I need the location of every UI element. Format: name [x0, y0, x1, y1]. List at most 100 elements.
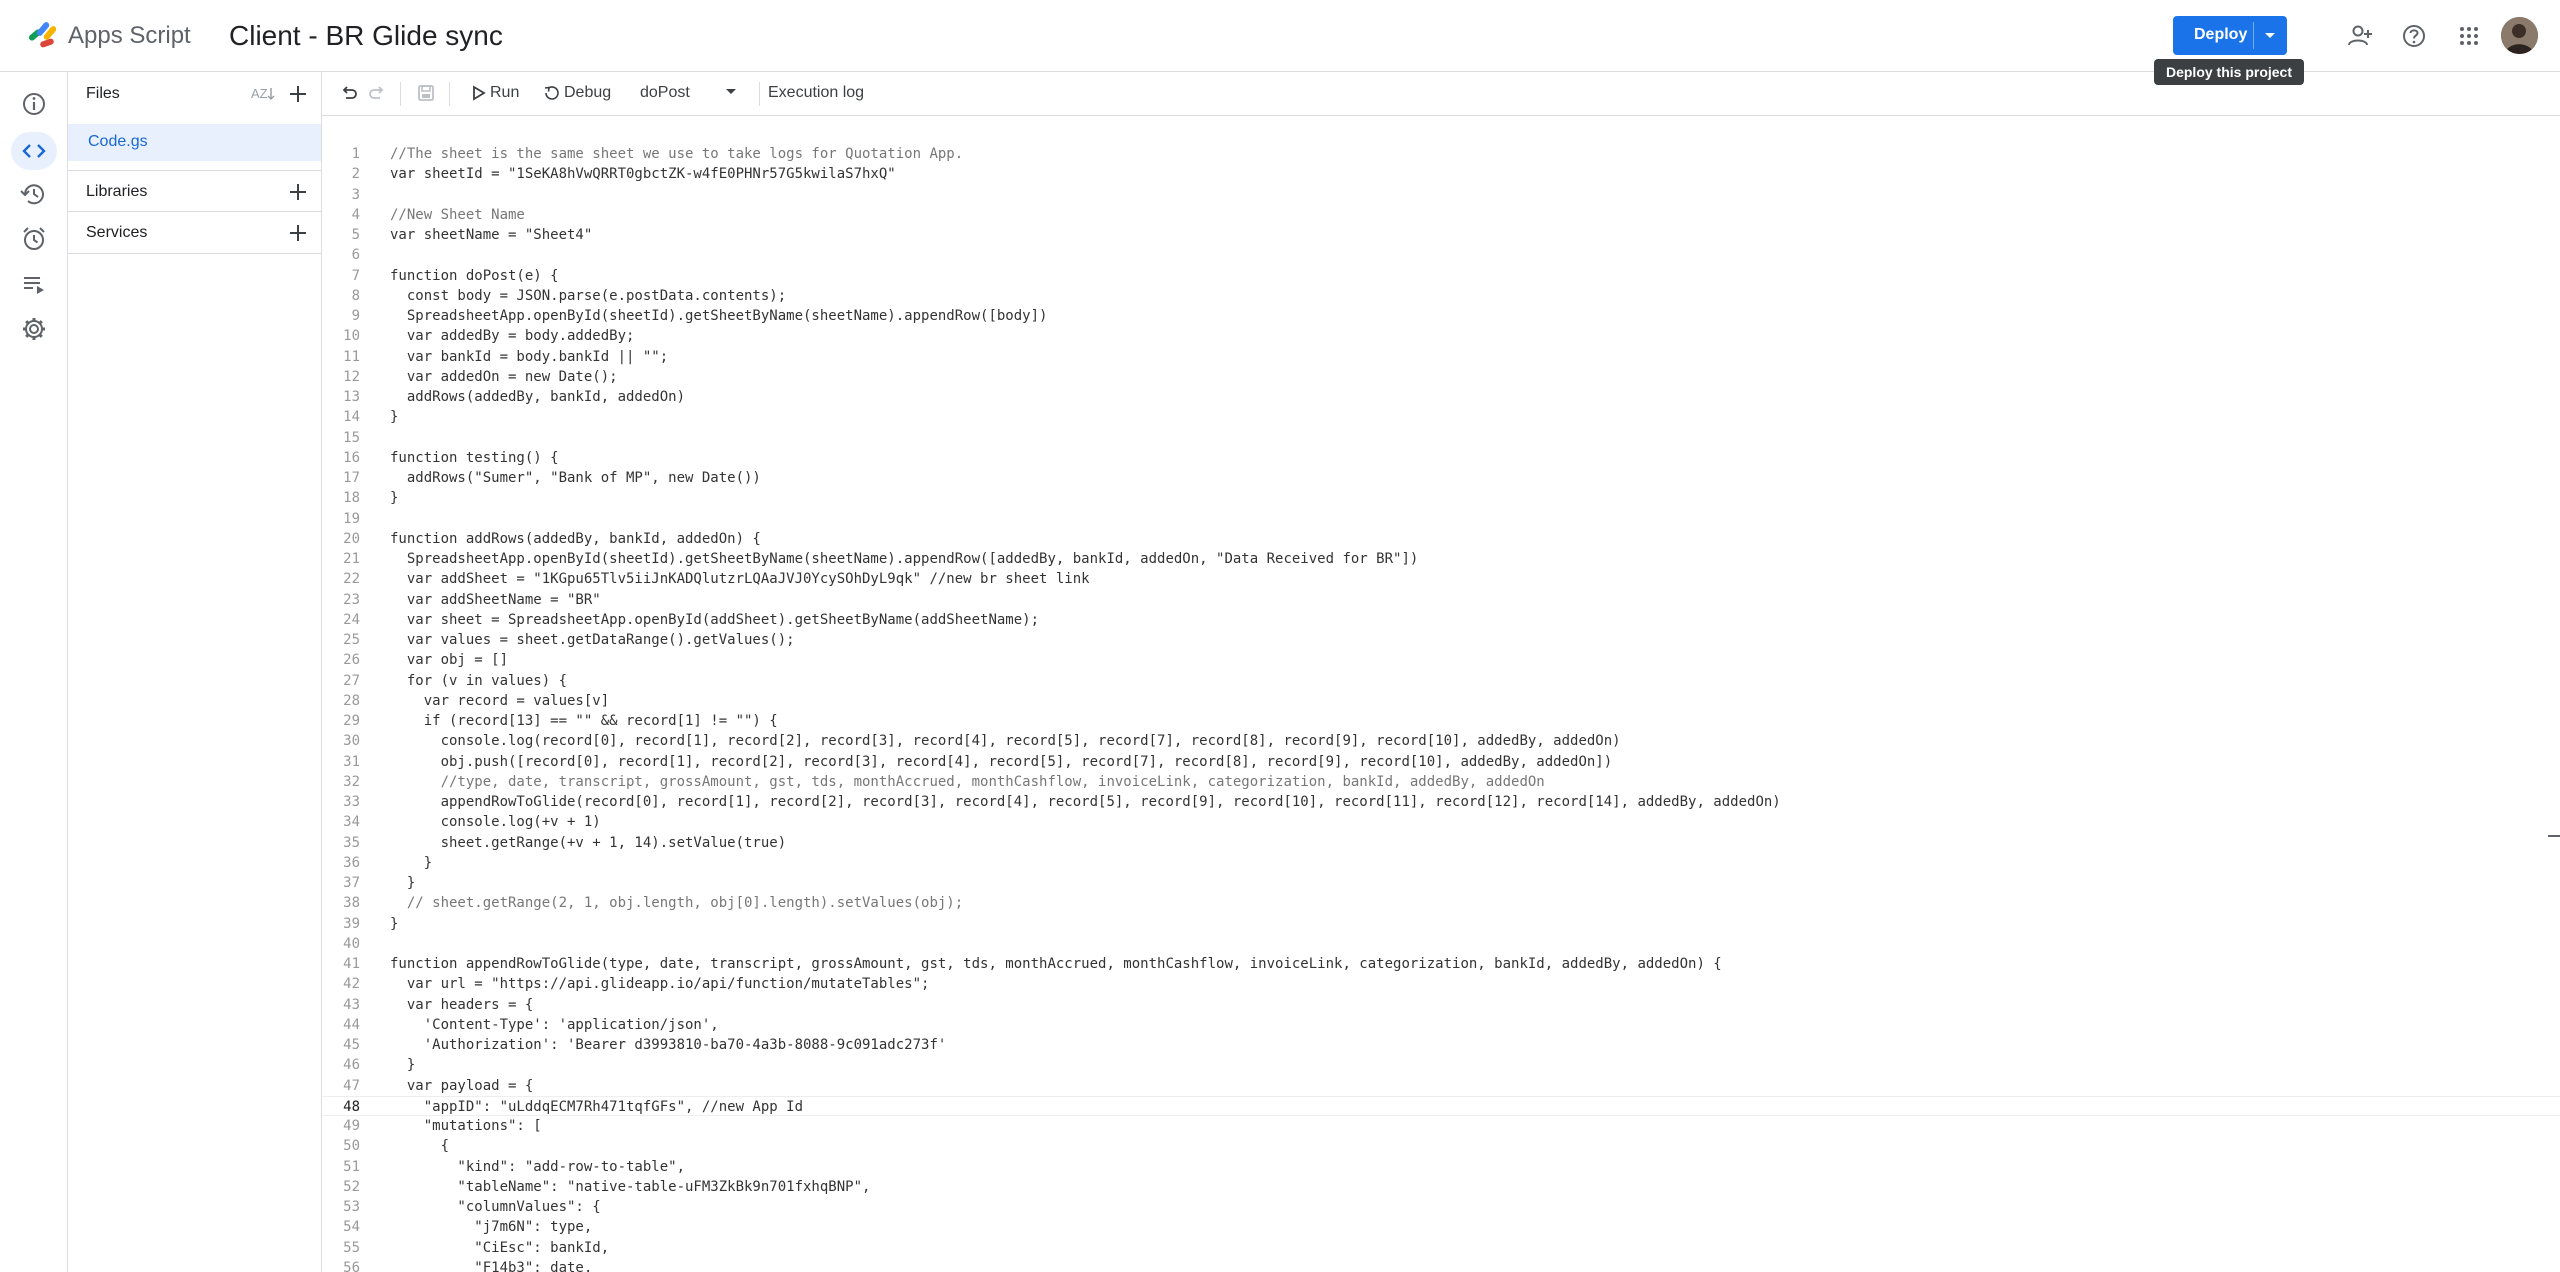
code-text[interactable]: appendRowToGlide(record[0], record[1], r… — [390, 792, 1781, 812]
code-line[interactable]: 37 } — [322, 873, 2560, 893]
code-line[interactable]: 9 SpreadsheetApp.openById(sheetId).getSh… — [322, 306, 2560, 326]
code-line[interactable]: 54 "j7m6N": type, — [322, 1217, 2560, 1237]
sort-az-icon[interactable]: AZ — [251, 84, 275, 104]
code-line[interactable]: 12 var addedOn = new Date(); — [322, 367, 2560, 387]
code-text[interactable]: //The sheet is the same sheet we use to … — [390, 144, 963, 164]
code-line[interactable]: 17 addRows("Sumer", "Bank of MP", new Da… — [322, 468, 2560, 488]
code-text[interactable]: "mutations": [ — [390, 1116, 542, 1136]
code-text[interactable]: var sheet = SpreadsheetApp.openById(addS… — [390, 610, 1039, 630]
code-text[interactable]: { — [390, 1136, 449, 1156]
deploy-button[interactable]: Deploy — [2173, 16, 2287, 55]
code-text[interactable]: var values = sheet.getDataRange().getVal… — [390, 630, 795, 650]
code-line[interactable]: 53 "columnValues": { — [322, 1197, 2560, 1217]
code-text[interactable]: //type, date, transcript, grossAmount, g… — [390, 772, 1545, 792]
code-line[interactable]: 47 var payload = { — [322, 1076, 2560, 1096]
code-line[interactable]: 2 var sheetId = "1SeKA8hVwQRRT0gbctZK-w4f… — [322, 164, 2560, 184]
scrollbar-marker[interactable] — [2548, 835, 2560, 837]
code-line[interactable]: 6 — [322, 245, 2560, 265]
code-text[interactable]: "tableName": "native-table-uFM3ZkBk9n701… — [390, 1177, 870, 1197]
code-line[interactable]: 34 console.log(+v + 1) — [322, 812, 2560, 832]
add-library-icon[interactable] — [287, 181, 309, 203]
code-text[interactable]: } — [390, 873, 415, 893]
code-text[interactable]: var addedBy = body.addedBy; — [390, 326, 635, 346]
code-line[interactable]: 55 "CiEsc": bankId, — [322, 1238, 2560, 1258]
code-text[interactable]: SpreadsheetApp.openById(sheetId).getShee… — [390, 549, 1418, 569]
code-text[interactable]: addRows(addedBy, bankId, addedOn) — [390, 387, 685, 407]
code-line[interactable]: 35 sheet.getRange(+v + 1, 14).setValue(t… — [322, 833, 2560, 853]
code-line[interactable]: 40 — [322, 934, 2560, 954]
code-text[interactable]: // sheet.getRange(2, 1, obj.length, obj[… — [390, 893, 963, 913]
code-line[interactable]: 44 'Content-Type': 'application/json', — [322, 1015, 2560, 1035]
code-line[interactable]: 51 "kind": "add-row-to-table", — [322, 1157, 2560, 1177]
chevron-down-icon[interactable] — [2261, 27, 2279, 45]
code-text[interactable]: var obj = [] — [390, 650, 508, 670]
executions-icon[interactable] — [18, 268, 50, 300]
code-text[interactable]: var sheetName = "Sheet4" — [390, 225, 592, 245]
code-text[interactable]: } — [390, 853, 432, 873]
code-line[interactable]: 42 var url = "https://api.glideapp.io/ap… — [322, 974, 2560, 994]
code-text[interactable]: //New Sheet Name — [390, 205, 525, 225]
code-icon[interactable] — [18, 135, 50, 167]
code-text[interactable]: var headers = { — [390, 995, 533, 1015]
libraries-section[interactable]: Libraries — [68, 170, 321, 212]
code-line[interactable]: 39} — [322, 914, 2560, 934]
info-icon[interactable] — [18, 88, 50, 120]
code-line[interactable]: 27 for (v in values) { — [322, 671, 2560, 691]
code-line[interactable]: 13 addRows(addedBy, bankId, addedOn) — [322, 387, 2560, 407]
code-text[interactable]: var payload = { — [390, 1076, 533, 1096]
code-text[interactable]: "columnValues": { — [390, 1197, 600, 1217]
debug-button[interactable]: Debug — [542, 72, 632, 115]
code-text[interactable]: const body = JSON.parse(e.postData.conte… — [390, 286, 786, 306]
add-service-icon[interactable] — [287, 222, 309, 244]
code-line[interactable]: 19 — [322, 509, 2560, 529]
code-line[interactable]: 18} — [322, 488, 2560, 508]
code-line[interactable]: 36 } — [322, 853, 2560, 873]
code-text[interactable]: obj.push([record[0], record[1], record[2… — [390, 752, 1613, 772]
file-item-code-gs[interactable]: Code.gs — [68, 124, 321, 161]
code-line[interactable]: 15 — [322, 428, 2560, 448]
code-line[interactable]: 3 — [322, 185, 2560, 205]
apps-script-logo-icon[interactable] — [26, 20, 60, 50]
code-line[interactable]: 5 var sheetName = "Sheet4" — [322, 225, 2560, 245]
code-line[interactable]: 7 function doPost(e) { — [322, 266, 2560, 286]
code-text[interactable]: var record = values[v] — [390, 691, 609, 711]
run-button[interactable]: Run — [470, 72, 542, 115]
project-title[interactable]: Client - BR Glide sync — [229, 18, 503, 54]
code-text[interactable]: var addedOn = new Date(); — [390, 367, 618, 387]
code-line[interactable]: 14} — [322, 407, 2560, 427]
code-line[interactable]: 23 var addSheetName = "BR" — [322, 590, 2560, 610]
code-line[interactable]: 20 function addRows(addedBy, bankId, adde… — [322, 529, 2560, 549]
code-text[interactable]: } — [390, 1055, 415, 1075]
add-person-icon[interactable] — [2344, 20, 2376, 52]
code-text[interactable]: function addRows(addedBy, bankId, addedO… — [390, 529, 761, 549]
help-icon[interactable] — [2398, 20, 2430, 52]
code-text[interactable]: for (v in values) { — [390, 671, 567, 691]
settings-icon[interactable] — [18, 313, 50, 345]
code-line[interactable]: 28 var record = values[v] — [322, 691, 2560, 711]
code-text[interactable]: 'Authorization': 'Bearer d3993810-ba70-4… — [390, 1035, 947, 1055]
app-name[interactable]: Apps Script — [68, 20, 191, 52]
undo-icon[interactable] — [338, 82, 360, 104]
execution-log-button[interactable]: Execution log — [768, 84, 864, 102]
code-text[interactable]: var bankId = body.bankId || ""; — [390, 347, 668, 367]
code-text[interactable]: "F14b3": date, — [390, 1258, 592, 1272]
code-text[interactable]: "appID": "uLddqECM7Rh471tqfGFs", //new A… — [390, 1097, 803, 1117]
code-text[interactable]: console.log(record[0], record[1], record… — [390, 731, 1621, 751]
code-text[interactable]: sheet.getRange(+v + 1, 14).setValue(true… — [390, 833, 787, 853]
code-line[interactable]: 41 function appendRowToGlide(type, date, … — [322, 954, 2560, 974]
code-text[interactable]: } — [390, 488, 398, 508]
code-line[interactable]: 25 var values = sheet.getDataRange().get… — [322, 630, 2560, 650]
code-line[interactable]: 26 var obj = [] — [322, 650, 2560, 670]
code-line[interactable]: 48 "appID": "uLddqECM7Rh471tqfGFs", //ne… — [322, 1095, 2560, 1117]
code-line[interactable]: 29 if (record[13] == "" && record[1] != … — [322, 711, 2560, 731]
code-text[interactable]: var url = "https://api.glideapp.io/api/f… — [390, 974, 930, 994]
code-text[interactable]: function appendRowToGlide(type, date, tr… — [390, 954, 1722, 974]
alarm-icon[interactable] — [18, 223, 50, 255]
code-line[interactable]: 10 var addedBy = body.addedBy; — [322, 326, 2560, 346]
code-line[interactable]: 22 var addSheet = "1KGpu65Tlv5iiJnKADQlu… — [322, 569, 2560, 589]
code-text[interactable]: function doPost(e) { — [390, 266, 559, 286]
code-line[interactable]: 30 console.log(record[0], record[1], rec… — [322, 731, 2560, 751]
code-line[interactable]: 8 const body = JSON.parse(e.postData.con… — [322, 286, 2560, 306]
code-line[interactable]: 21 SpreadsheetApp.openById(sheetId).getS… — [322, 549, 2560, 569]
code-line[interactable]: 45 'Authorization': 'Bearer d3993810-ba7… — [322, 1035, 2560, 1055]
